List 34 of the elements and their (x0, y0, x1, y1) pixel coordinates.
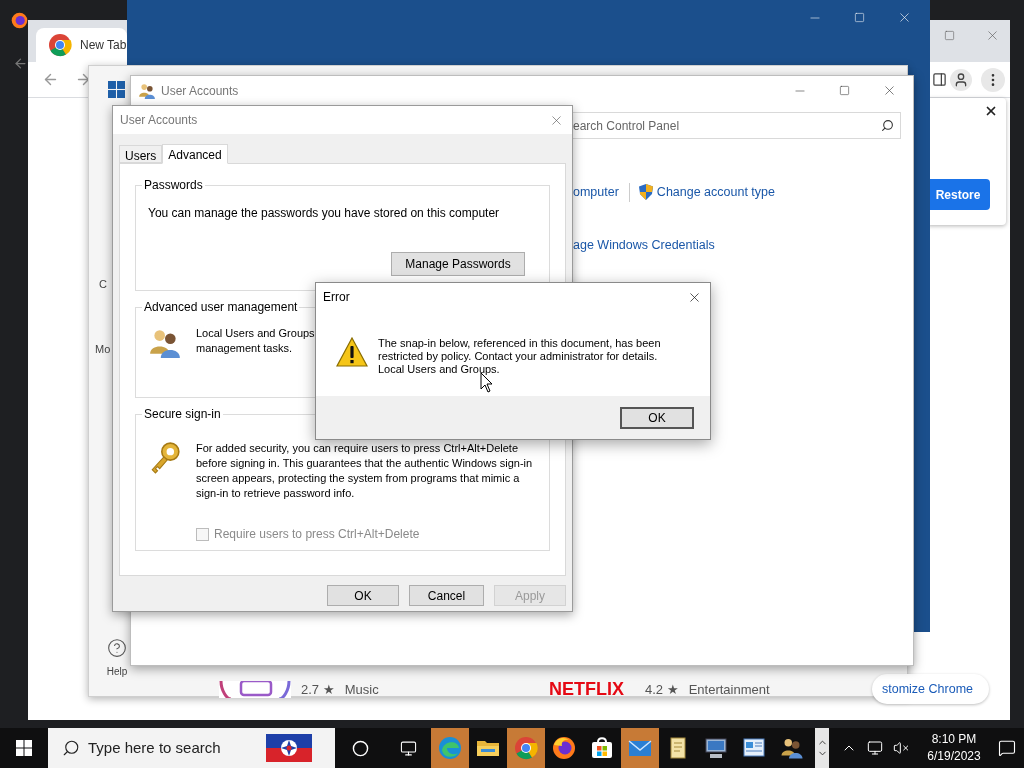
description-text: management tasks. (196, 341, 293, 356)
group-title: Advanced user management (142, 299, 300, 315)
app-category: Entertainment (688, 681, 770, 698)
browser-tab[interactable]: New Tab (36, 28, 127, 62)
app-rating: 4.2 ★ (645, 681, 679, 698)
search-field[interactable]: Type here to search (48, 728, 335, 768)
dialog-button[interactable]: Cancel (409, 585, 484, 606)
description-text: You can manage the passwords you have stored on this computer (148, 205, 501, 222)
app-logo: NETFLIX (549, 681, 625, 698)
link[interactable]: Change account type (656, 183, 775, 202)
nav-label[interactable]: Mo (89, 340, 111, 357)
group-title: Secure sign-in (142, 406, 223, 422)
dialog-title: User Accounts (120, 112, 199, 129)
clock-time[interactable]: 8:10 PM (931, 731, 977, 748)
customize-chrome-button[interactable]: stomize Chrome (872, 674, 989, 704)
app-category: Music (344, 681, 379, 698)
nav-label[interactable]: C (89, 276, 107, 293)
dialog-button[interactable]: OK (327, 585, 399, 606)
tab[interactable]: Advanced (162, 144, 228, 164)
manage-passwords-button[interactable]: Manage Passwords (391, 252, 525, 276)
error-message: Local Users and Groups. (378, 363, 501, 376)
app-rating: 2.7 ★ (301, 681, 335, 698)
tab[interactable]: Users (119, 145, 163, 163)
description-text: For added security, you can require users to press Ctrl+Alt+Delete before signing in. This guarantees that the authentic Windows sign-in screen appears, protecting the system from programs that mimic a sign-in to retrieve password info. (196, 441, 534, 501)
link[interactable]: age Windows Credentials (573, 235, 715, 255)
error-message: The snap-in below, referenced in this document, has been restricted by policy. Contact your administrator for details. (378, 337, 662, 363)
clock-date[interactable]: 6/19/2023 (927, 748, 981, 765)
help-label[interactable]: Help (106, 664, 128, 679)
dialog-title: Error (323, 289, 351, 306)
description-text: Local Users and Groups (196, 326, 315, 341)
checkbox-label: Require users to press Ctrl+Alt+Delete (214, 526, 420, 543)
ok-button[interactable]: OK (620, 406, 694, 429)
link[interactable]: omputer (573, 183, 619, 202)
window-title: User Accounts (161, 82, 239, 100)
